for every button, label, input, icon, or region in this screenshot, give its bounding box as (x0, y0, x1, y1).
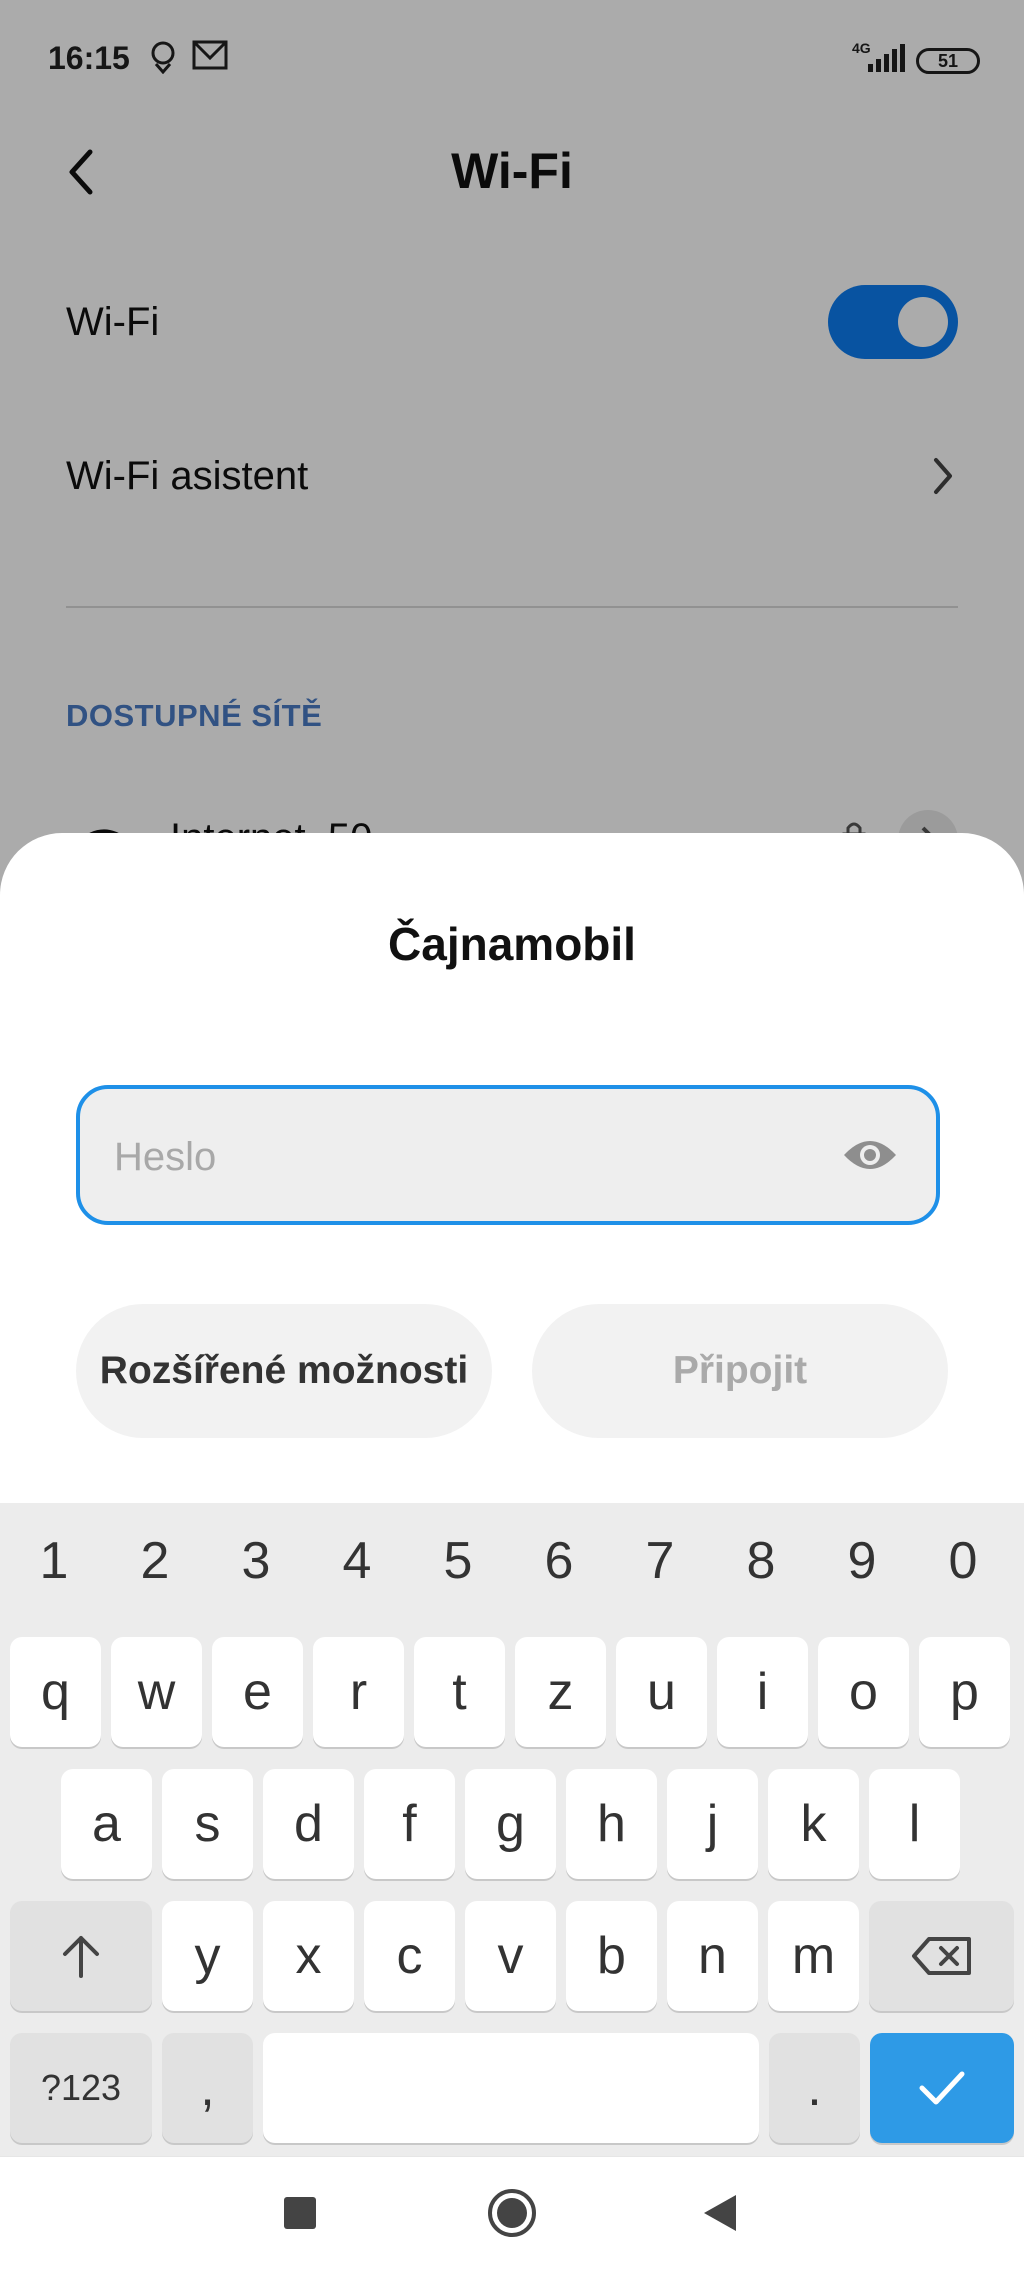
shift-key[interactable] (10, 1901, 152, 2011)
checkmark-icon (919, 2071, 965, 2105)
comma-key[interactable]: , (162, 2033, 253, 2143)
square-icon (284, 2197, 316, 2229)
home-circle-icon (488, 2189, 536, 2237)
triangle-back-icon (704, 2195, 736, 2231)
key-4[interactable]: 4 (317, 1531, 397, 1591)
shift-arrow-icon (63, 1936, 99, 1978)
key-2[interactable]: 2 (115, 1531, 195, 1591)
key-9[interactable]: 9 (822, 1531, 902, 1591)
key-6[interactable]: 6 (519, 1531, 599, 1591)
key-i[interactable]: i (717, 1637, 808, 1747)
key-v[interactable]: v (465, 1901, 556, 2011)
backspace-key[interactable] (869, 1901, 1014, 2011)
key-c[interactable]: c (364, 1901, 455, 2011)
key-z[interactable]: z (515, 1637, 606, 1747)
key-u[interactable]: u (616, 1637, 707, 1747)
key-k[interactable]: k (768, 1769, 859, 1879)
key-l[interactable]: l (869, 1769, 960, 1879)
key-0[interactable]: 0 (923, 1531, 1003, 1591)
key-p[interactable]: p (919, 1637, 1010, 1747)
key-n[interactable]: n (667, 1901, 758, 2011)
key-1[interactable]: 1 (14, 1531, 94, 1591)
key-w[interactable]: w (111, 1637, 202, 1747)
connect-button[interactable]: Připojit (532, 1304, 948, 1438)
keyboard: 1 2 3 4 5 6 7 8 9 0 q w e r t z u i o p … (0, 1503, 1024, 2156)
period-key[interactable]: . (769, 2033, 860, 2143)
key-q[interactable]: q (10, 1637, 101, 1747)
key-3[interactable]: 3 (216, 1531, 296, 1591)
key-5[interactable]: 5 (418, 1531, 498, 1591)
recents-button[interactable] (280, 2193, 320, 2233)
enter-key[interactable] (870, 2033, 1014, 2143)
number-row: 1 2 3 4 5 6 7 8 9 0 (0, 1503, 1024, 1631)
key-g[interactable]: g (465, 1769, 556, 1879)
password-input[interactable]: Heslo (76, 1085, 940, 1225)
key-s[interactable]: s (162, 1769, 253, 1879)
back-nav-button[interactable] (700, 2191, 740, 2235)
dialog-scrim[interactable] (0, 0, 1024, 900)
key-a[interactable]: a (61, 1769, 152, 1879)
key-m[interactable]: m (768, 1901, 859, 2011)
key-r[interactable]: r (313, 1637, 404, 1747)
key-t[interactable]: t (414, 1637, 505, 1747)
password-placeholder: Heslo (114, 1135, 217, 1179)
wifi-settings-page: 16:15 4G 51 Wi-Fi Wi-Fi Wi-Fi asistent D… (0, 0, 1024, 900)
key-e[interactable]: e (212, 1637, 303, 1747)
key-d[interactable]: d (263, 1769, 354, 1879)
key-b[interactable]: b (566, 1901, 657, 2011)
key-7[interactable]: 7 (620, 1531, 700, 1591)
dialog-title: Čajnamobil (388, 918, 636, 970)
navigation-bar (0, 2156, 1024, 2276)
key-j[interactable]: j (667, 1769, 758, 1879)
eye-icon[interactable] (840, 1133, 900, 1177)
key-o[interactable]: o (818, 1637, 909, 1747)
key-h[interactable]: h (566, 1769, 657, 1879)
password-dialog: Čajnamobil Heslo Rozšířené možnosti Přip… (0, 833, 1024, 1503)
key-f[interactable]: f (364, 1769, 455, 1879)
symbols-key[interactable]: ?123 (10, 2033, 152, 2143)
advanced-options-button[interactable]: Rozšířené možnosti (76, 1304, 492, 1438)
backspace-icon (911, 1937, 971, 1975)
key-x[interactable]: x (263, 1901, 354, 2011)
key-y[interactable]: y (162, 1901, 253, 2011)
key-8[interactable]: 8 (721, 1531, 801, 1591)
space-key[interactable] (263, 2033, 759, 2143)
home-button[interactable] (486, 2187, 538, 2239)
